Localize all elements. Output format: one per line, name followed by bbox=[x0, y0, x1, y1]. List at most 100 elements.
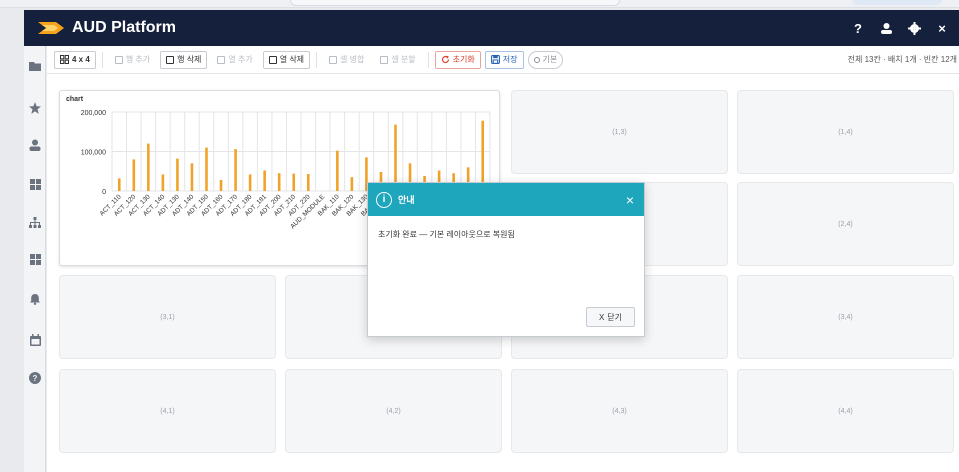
grid-cell[interactable]: (4,3) bbox=[511, 369, 728, 453]
info-icon: i bbox=[376, 191, 392, 208]
cell-label: (4,3) bbox=[612, 407, 627, 415]
cell-label: (1,3) bbox=[612, 128, 627, 136]
bar bbox=[190, 163, 194, 191]
layout-toolbar: 4 x 4 행 추가 행 삭제 열 추가 열 삭제 셀 병합 셀 분할 초기화 … bbox=[47, 46, 959, 74]
close-dialog-button[interactable]: X 닫기 bbox=[586, 307, 635, 327]
svg-text:?: ? bbox=[33, 374, 38, 383]
bar bbox=[234, 149, 237, 191]
apps-icon[interactable] bbox=[27, 251, 43, 267]
grid-cell[interactable]: (4,1) bbox=[59, 369, 276, 453]
bar bbox=[248, 174, 252, 191]
bar bbox=[161, 174, 165, 191]
grid-cell[interactable]: (2,4) bbox=[737, 182, 954, 266]
bar bbox=[147, 143, 150, 191]
bar bbox=[306, 174, 310, 191]
logo-icon bbox=[38, 22, 64, 34]
user-icon[interactable] bbox=[879, 20, 893, 36]
merge-label: 셀 병합 bbox=[340, 55, 365, 64]
bar bbox=[292, 173, 296, 191]
browser-chrome bbox=[0, 0, 959, 8]
save-icon bbox=[490, 55, 500, 64]
merge-cells-button[interactable]: 셀 병합 bbox=[323, 50, 371, 69]
bar bbox=[350, 177, 354, 191]
bar bbox=[481, 120, 485, 191]
x-icon: X bbox=[598, 312, 605, 322]
app-title: AUD Platform bbox=[72, 19, 177, 36]
address-bar[interactable] bbox=[290, 0, 620, 6]
cell-label: (4,4) bbox=[838, 407, 853, 415]
merge-icon bbox=[329, 55, 338, 64]
gear-icon[interactable] bbox=[907, 20, 921, 36]
browser-action[interactable] bbox=[852, 0, 942, 5]
delete-column-label: 열 삭제 bbox=[279, 55, 305, 64]
divider bbox=[101, 51, 103, 68]
info-dialog: i 안내 × 초기화 완료 — 기본 레이아웃으로 복원됨 X 닫기 bbox=[367, 182, 645, 337]
delete-row-label: 행 삭제 bbox=[177, 55, 202, 64]
grid-cell[interactable]: (4,4) bbox=[737, 369, 954, 453]
cell-label: (1,4) bbox=[838, 128, 853, 136]
radio-icon bbox=[533, 56, 540, 63]
divider bbox=[316, 51, 318, 68]
refresh-icon bbox=[441, 55, 449, 64]
grid-size-label: 4 x 4 bbox=[72, 55, 90, 64]
save-button[interactable]: 저장 bbox=[484, 50, 524, 69]
bar bbox=[277, 173, 281, 191]
divider bbox=[427, 51, 429, 68]
org-chart-icon[interactable] bbox=[27, 214, 43, 230]
save-label: 저장 bbox=[502, 55, 518, 64]
grid-cell[interactable]: (3,4) bbox=[737, 275, 954, 359]
delete-row-button[interactable]: 행 삭제 bbox=[160, 50, 208, 69]
dialog-message: 초기화 완료 — 기본 레이아웃으로 복원됨 bbox=[378, 230, 515, 239]
grid-icon[interactable] bbox=[27, 176, 43, 192]
folder-icon[interactable] bbox=[27, 58, 43, 74]
close-icon[interactable]: × bbox=[935, 20, 949, 36]
cell-label: (4,1) bbox=[160, 407, 175, 415]
grid-cell[interactable]: (1,4) bbox=[737, 90, 954, 174]
add-row-icon bbox=[114, 55, 123, 64]
bar bbox=[219, 179, 223, 191]
sidebar: ? bbox=[24, 46, 46, 472]
split-cells-button[interactable]: 셀 분할 bbox=[374, 50, 422, 69]
cell-label: (4,2) bbox=[386, 407, 401, 415]
bell-icon[interactable] bbox=[27, 291, 43, 307]
delete-row-icon bbox=[166, 55, 175, 64]
calendar-icon[interactable] bbox=[27, 332, 43, 348]
star-icon[interactable] bbox=[27, 100, 43, 116]
cell-label: (3,4) bbox=[838, 313, 853, 321]
reset-label: 초기화 bbox=[452, 55, 475, 64]
grid-cell[interactable]: (4,2) bbox=[285, 369, 502, 453]
y-tick-label: 0 bbox=[102, 189, 106, 196]
add-column-button[interactable]: 열 추가 bbox=[211, 50, 259, 69]
y-tick-label: 100,000 bbox=[81, 150, 106, 157]
dialog-title: 안내 bbox=[398, 195, 415, 205]
grid-cell[interactable]: (3,1) bbox=[59, 275, 276, 359]
bar bbox=[176, 158, 179, 191]
grid-cell[interactable]: (1,3) bbox=[511, 90, 728, 174]
default-layout-button[interactable]: 기본 bbox=[527, 50, 564, 69]
add-row-button[interactable]: 행 추가 bbox=[108, 50, 157, 69]
reset-button[interactable]: 초기화 bbox=[434, 50, 481, 69]
grid-icon bbox=[60, 55, 69, 64]
split-icon bbox=[380, 55, 389, 64]
add-row-label: 행 추가 bbox=[125, 55, 151, 64]
close-dialog-label: 닫기 bbox=[607, 312, 623, 322]
close-icon[interactable]: × bbox=[626, 192, 634, 208]
bar bbox=[205, 147, 208, 191]
bar bbox=[132, 159, 136, 191]
user-icon[interactable] bbox=[27, 137, 43, 153]
cell-label: (3,1) bbox=[160, 313, 175, 321]
cell-label: (2,4) bbox=[838, 220, 853, 228]
split-label: 셀 분할 bbox=[391, 55, 416, 64]
help-circle-icon[interactable]: ? bbox=[27, 370, 43, 386]
dialog-header: i 안내 × bbox=[368, 183, 644, 216]
help-icon[interactable]: ? bbox=[851, 20, 865, 36]
app-header: AUD Platform ? × bbox=[24, 10, 959, 46]
add-column-icon bbox=[217, 55, 226, 64]
bar bbox=[263, 170, 266, 191]
layout-status: 전체 13칸 · 배치 1개 · 빈칸 12개 bbox=[847, 55, 957, 64]
bar bbox=[117, 178, 121, 191]
default-label: 기본 bbox=[542, 55, 558, 64]
delete-column-button[interactable]: 열 삭제 bbox=[262, 50, 311, 69]
grid-size-button[interactable]: 4 x 4 bbox=[54, 50, 96, 69]
delete-column-icon bbox=[268, 55, 277, 64]
